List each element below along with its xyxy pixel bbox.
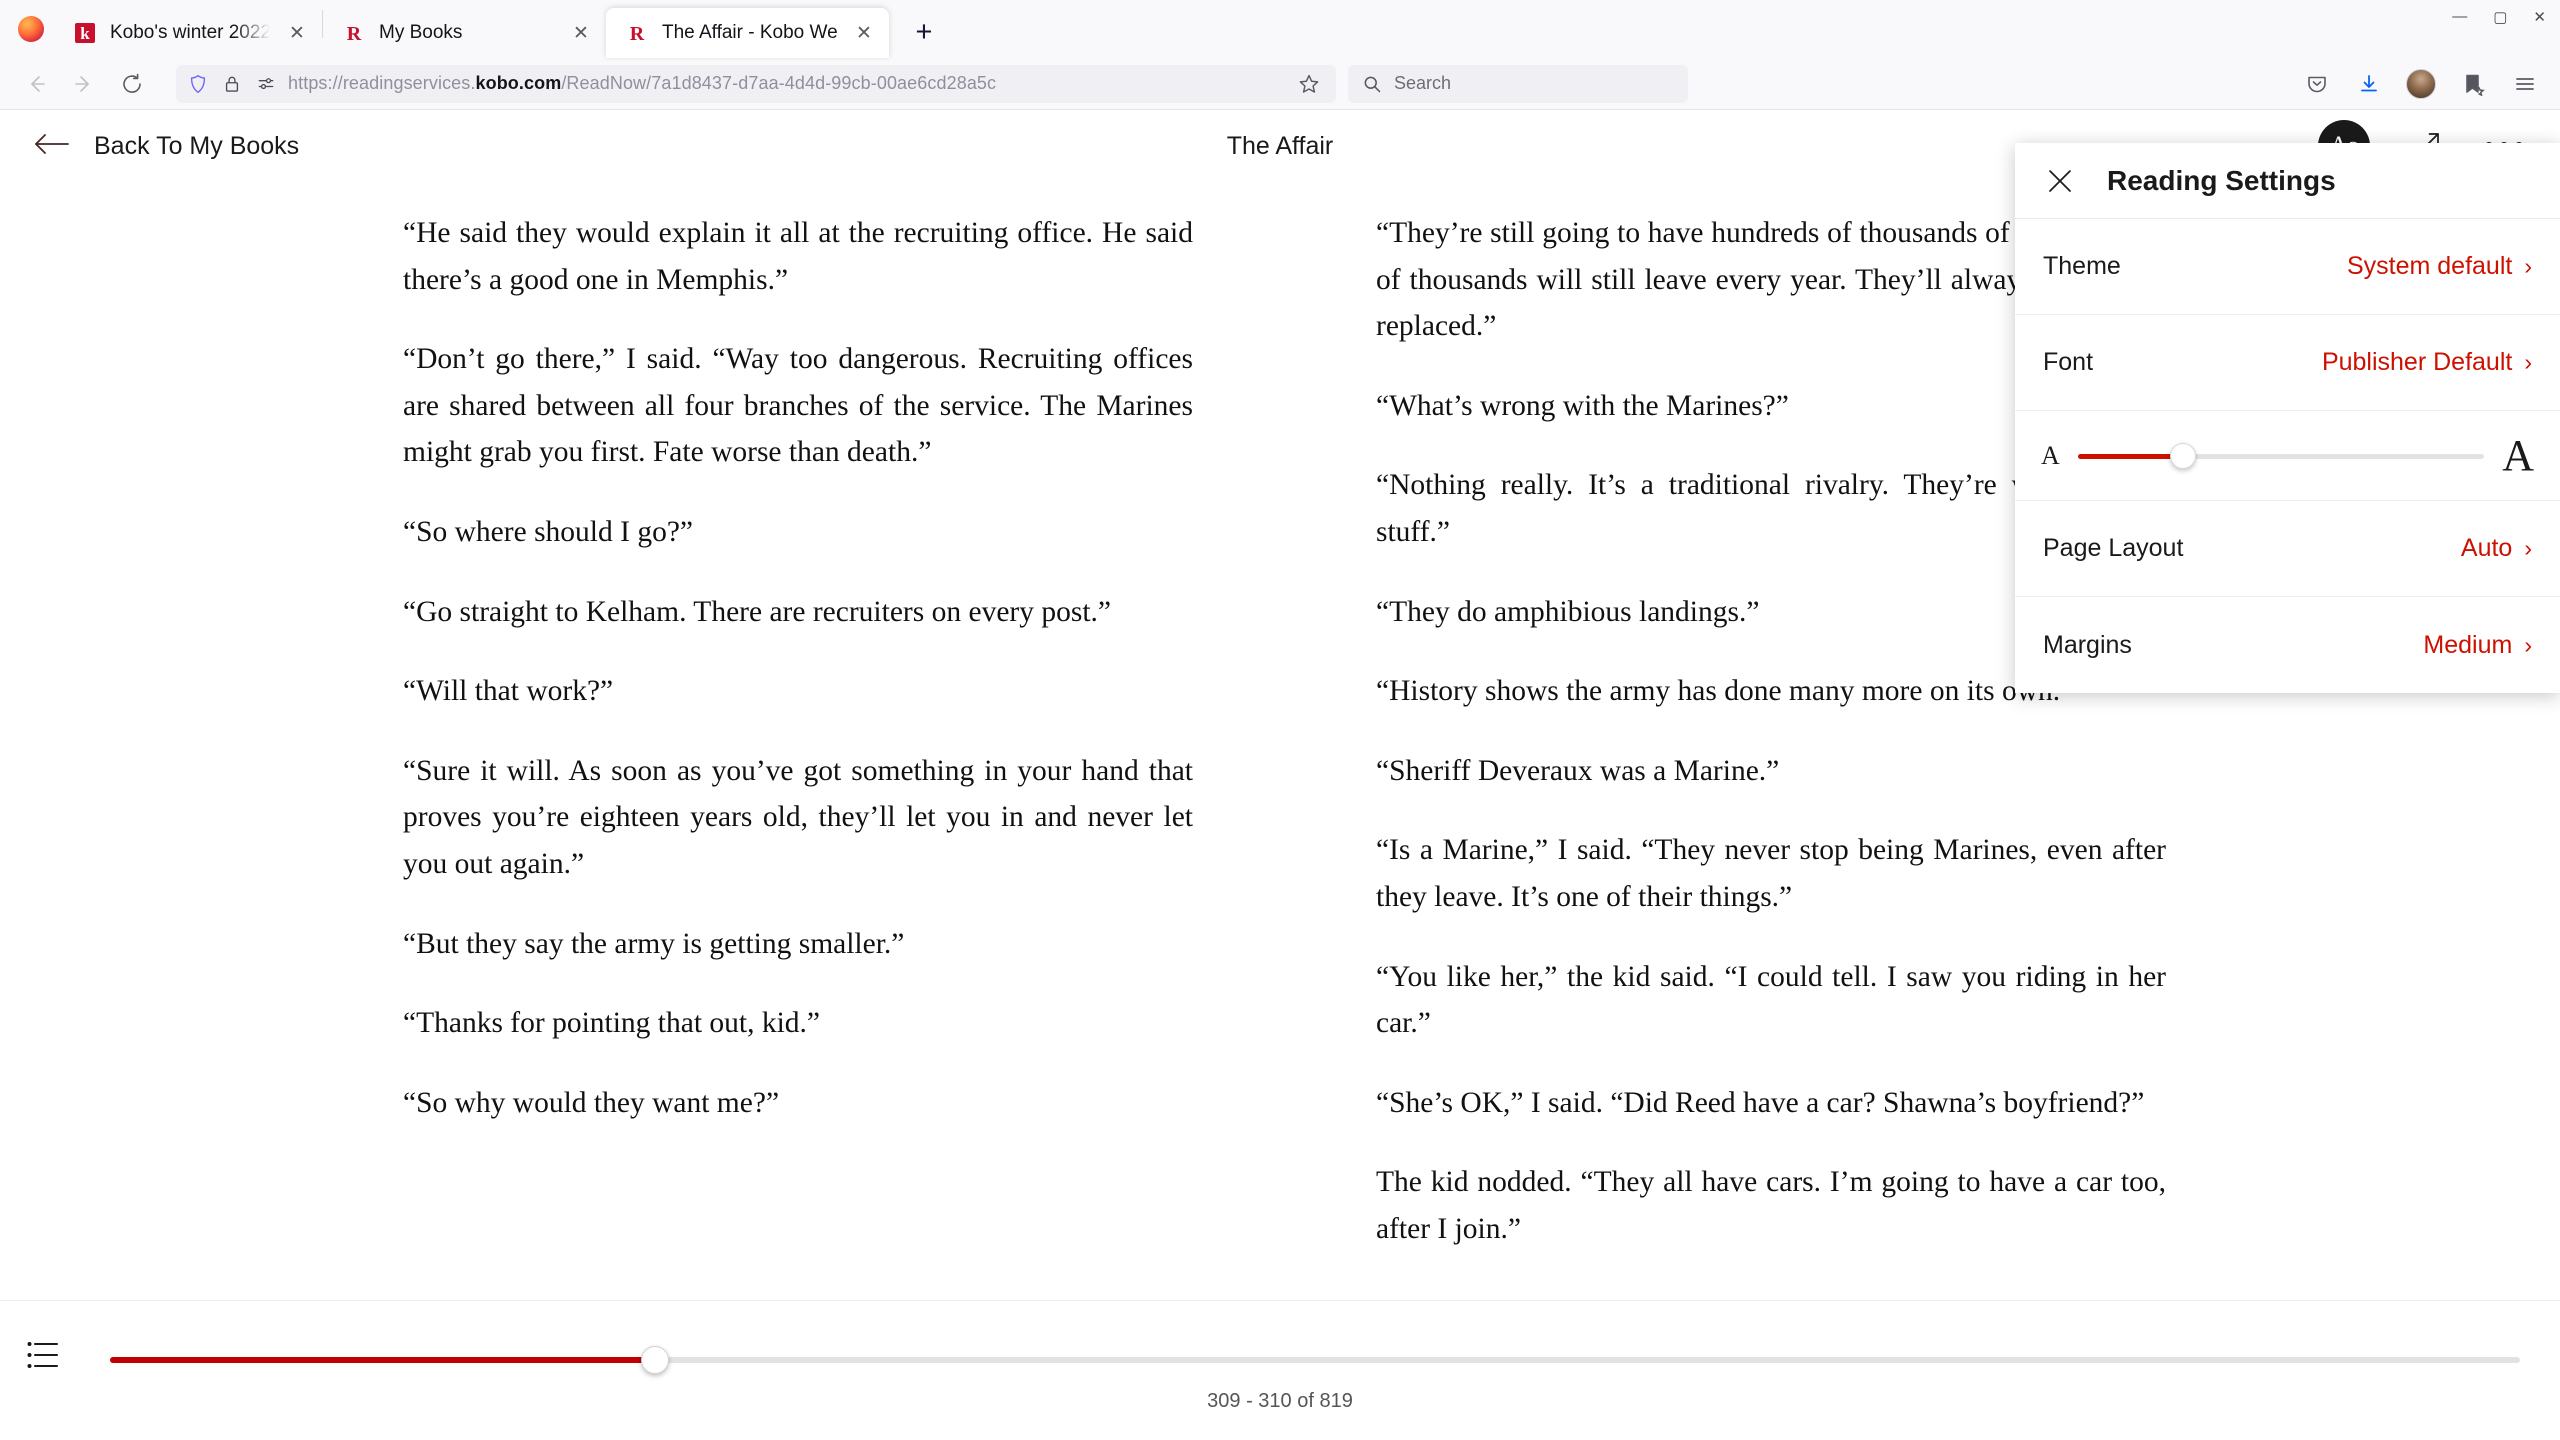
setting-value[interactable]: System default › xyxy=(2347,252,2532,281)
pocket-icon[interactable] xyxy=(2296,63,2338,105)
paragraph: “You like her,” the kid said. “I could t… xyxy=(1376,960,2166,1040)
back-to-my-books-button[interactable]: Back To My Books xyxy=(34,131,299,162)
font-size-control[interactable]: A A xyxy=(2015,411,2560,501)
paragraph: “Sheriff Deveraux was a Marine.” xyxy=(1376,754,1780,787)
permissions-icon[interactable] xyxy=(254,72,278,96)
close-tab-icon[interactable]: ✕ xyxy=(849,18,879,48)
slider-thumb[interactable] xyxy=(2170,442,2197,469)
browser-tab-3-active[interactable]: R The Affair - Kobo Web Reader ✕ xyxy=(606,8,889,58)
browser-toolbar-icons xyxy=(2296,63,2546,105)
bookmark-icon[interactable] xyxy=(2452,63,2494,105)
tab-title: The Affair - Kobo Web Reader xyxy=(662,22,837,43)
setting-value-text: Auto xyxy=(2460,534,2513,562)
chevron-right-icon: › xyxy=(2524,349,2532,375)
progress-fill xyxy=(110,1357,655,1363)
setting-label: Font xyxy=(2043,348,2094,376)
paragraph: “He said they would explain it all at th… xyxy=(403,217,1193,296)
maximize-icon[interactable]: ▢ xyxy=(2493,8,2507,26)
reading-settings-title: Reading Settings xyxy=(2107,164,2336,196)
kobo-k-icon: k xyxy=(72,20,98,46)
font-size-small-label: A xyxy=(2041,440,2060,470)
bookmark-star-icon[interactable] xyxy=(1292,67,1326,101)
page-indicator: 309 - 310 of 819 xyxy=(1207,1390,1353,1412)
search-icon xyxy=(1360,72,1384,96)
kobo-r-icon: R xyxy=(341,20,367,46)
browser-chrome: k Kobo's winter 2022 update on n ✕ R My … xyxy=(0,0,2560,110)
window-controls: — ▢ ✕ xyxy=(2452,8,2546,26)
setting-row-margins[interactable]: Margins Medium › xyxy=(2015,597,2560,693)
paragraph: “Will that work?” xyxy=(403,675,614,708)
setting-value[interactable]: Auto › xyxy=(2461,534,2532,563)
arrow-left-icon xyxy=(34,131,72,162)
paragraph: “Is a Marine,” I said. “They never stop … xyxy=(1376,834,2166,913)
font-size-large-label: A xyxy=(2502,430,2534,480)
paragraph: The kid nodded. “They all have cars. I’m… xyxy=(1376,1166,2166,1245)
slider-fill xyxy=(2077,453,2184,459)
tab-title: My Books xyxy=(379,22,463,43)
setting-row-page-layout[interactable]: Page Layout Auto › xyxy=(2015,501,2560,597)
paragraph: “But they say the army is getting smalle… xyxy=(403,927,905,960)
new-tab-button[interactable]: + xyxy=(903,11,945,53)
chevron-right-icon: › xyxy=(2524,253,2532,279)
svg-text:R: R xyxy=(347,23,362,45)
paragraph: “Don’t go there,” I said. “Way too dange… xyxy=(403,343,1193,469)
url-bar[interactable]: https://readingservices.kobo.com/ReadNow… xyxy=(176,64,1336,103)
search-bar[interactable]: Search xyxy=(1348,64,1688,103)
setting-value[interactable]: Publisher Default › xyxy=(2322,348,2532,377)
reading-settings-panel: Reading Settings Theme System default › … xyxy=(2015,143,2560,693)
kobo-r-icon: R xyxy=(624,20,650,46)
chevron-right-icon: › xyxy=(2524,631,2532,658)
svg-text:k: k xyxy=(80,24,90,43)
book-column-left: “He said they would explain it all at th… xyxy=(403,210,1193,1390)
lock-icon[interactable] xyxy=(220,72,244,96)
chevron-right-icon: › xyxy=(2524,535,2532,561)
browser-tab-1[interactable]: k Kobo's winter 2022 update on n ✕ xyxy=(54,8,322,58)
paragraph: “Sure it will. As soon as you’ve got som… xyxy=(403,754,1193,880)
download-icon[interactable] xyxy=(2348,63,2390,105)
back-navigation-icon[interactable] xyxy=(14,62,58,106)
font-size-slider[interactable] xyxy=(2077,442,2485,469)
progress-thumb[interactable] xyxy=(640,1346,669,1374)
svg-text:R: R xyxy=(630,23,645,45)
close-window-icon[interactable]: ✕ xyxy=(2533,8,2546,26)
back-label: Back To My Books xyxy=(94,131,300,160)
setting-value-text: Medium xyxy=(2423,630,2513,659)
close-icon[interactable] xyxy=(2043,164,2077,198)
setting-row-theme[interactable]: Theme System default › xyxy=(2015,219,2560,315)
paragraph: “So where should I go?” xyxy=(403,515,694,548)
close-tab-icon[interactable]: ✕ xyxy=(282,18,312,48)
setting-value[interactable]: Medium › xyxy=(2423,631,2532,660)
search-placeholder: Search xyxy=(1394,73,1452,93)
shield-icon[interactable] xyxy=(186,72,210,96)
table-of-contents-icon[interactable] xyxy=(22,1331,70,1379)
setting-value-text: Publisher Default xyxy=(2321,348,2513,376)
kobo-reader: Back To My Books The Affair Aa “He said … xyxy=(0,110,2560,1440)
reading-progress-slider[interactable] xyxy=(110,1346,2520,1374)
close-tab-icon[interactable]: ✕ xyxy=(566,18,596,48)
setting-label: Margins xyxy=(2043,630,2132,659)
forward-navigation-icon[interactable] xyxy=(62,62,106,106)
url-text[interactable]: https://readingservices.kobo.com/ReadNow… xyxy=(288,73,1282,94)
tab-strip: k Kobo's winter 2022 update on n ✕ R My … xyxy=(0,0,2560,58)
setting-value-text: System default xyxy=(2346,252,2513,280)
paragraph: “Go straight to Kelham. There are recrui… xyxy=(403,595,1111,628)
paragraph: “So why would they want me?” xyxy=(403,1086,780,1119)
paragraph: “She’s OK,” I said. “Did Reed have a car… xyxy=(1376,1086,2145,1119)
reload-icon[interactable] xyxy=(110,62,154,106)
tab-title: Kobo's winter 2022 update on n xyxy=(110,22,270,43)
setting-row-font[interactable]: Font Publisher Default › xyxy=(2015,315,2560,411)
minimize-icon[interactable]: — xyxy=(2452,8,2467,26)
navigation-bar: https://readingservices.kobo.com/ReadNow… xyxy=(0,58,2560,110)
setting-label: Theme xyxy=(2043,252,2121,280)
setting-label: Page Layout xyxy=(2043,534,2184,562)
menu-icon[interactable] xyxy=(2504,63,2546,105)
firefox-logo-icon xyxy=(8,0,54,58)
reader-footer: 309 - 310 of 819 xyxy=(0,1300,2560,1440)
paragraph: “Thanks for pointing that out, kid.” xyxy=(403,1007,821,1040)
account-avatar[interactable] xyxy=(2400,63,2442,105)
browser-tab-2[interactable]: R My Books ✕ xyxy=(323,8,606,58)
reading-settings-header: Reading Settings xyxy=(2015,143,2560,219)
